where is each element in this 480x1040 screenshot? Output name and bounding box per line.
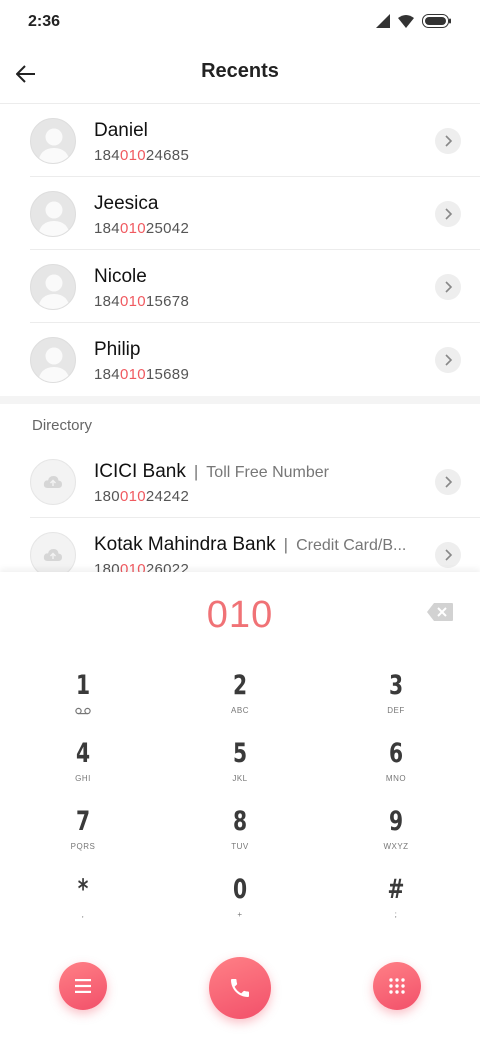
contact-number: 18401015689 [94,366,190,383]
dialed-number-display[interactable]: 010 [0,594,480,637]
contact-details-button[interactable] [435,274,461,300]
key-9[interactable]: 9 WXYZ [346,806,446,868]
key-1[interactable]: 1 [33,670,133,732]
key-digit: 6 [388,738,404,769]
key-hash[interactable]: # ; [346,874,446,936]
phone-icon [231,979,249,997]
menu-button[interactable] [59,962,107,1010]
directory-details-button[interactable] [435,469,461,495]
cloud-icon [30,532,76,573]
key-digit: 0 [232,874,248,905]
key-letters: ABC [231,706,249,715]
key-digit: 4 [75,738,91,769]
key-7[interactable]: 7 PQRS [33,806,133,868]
contact-name: Philip [94,339,141,360]
contact-name: Jeesica [94,193,159,214]
directory-entry: Kotak Mahindra Bank | Credit Card/B... [94,534,406,556]
directory-separator: | [193,462,199,481]
key-0[interactable]: 0 + [190,874,290,936]
key-letters: DEF [387,706,405,715]
person-icon [30,337,76,383]
directory-row[interactable]: Kotak Mahindra Bank | Credit Card/B... 180… [0,518,480,573]
key-digit: * [77,874,89,905]
key-letters: WXYZ [383,842,409,851]
contact-name: Daniel [94,120,148,141]
key-8[interactable]: 8 TUV [190,806,290,868]
wifi-icon [398,14,414,28]
key-digit: 5 [232,738,248,769]
key-letters: PQRS [70,842,96,851]
directory-row[interactable]: ICICI Bank | Toll Free Number 18001024242 [0,445,480,518]
recent-contact-row[interactable]: Daniel 18401024685 [0,104,480,177]
key-digit: 1 [75,670,91,701]
chevron-right-icon [445,281,453,293]
key-letters: + [237,910,243,919]
key-digit: 9 [388,806,404,837]
chevron-right-icon [445,208,453,220]
person-icon [30,191,76,237]
key-letters: GHI [75,774,91,783]
contact-name: Nicole [94,266,147,287]
directory-list: ICICI Bank | Toll Free Number 18001024242 … [0,445,480,573]
key-3[interactable]: 3 DEF [346,670,446,732]
status-bar: 2:36 [0,0,480,44]
person-icon [30,264,76,310]
app-header: Recents [0,44,480,104]
key-letters: TUV [231,842,249,851]
page-title: Recents [201,60,279,82]
battery-icon [422,14,451,28]
key-digit: # [387,874,405,905]
directory-details-button[interactable] [435,542,461,568]
backspace-icon [427,603,453,621]
voicemail-icon [75,707,91,715]
directory-section-label: Directory [32,417,93,434]
status-time: 2:36 [28,13,61,30]
directory-number: 18001024242 [94,488,190,505]
key-letters: , [81,910,85,919]
chevron-right-icon [445,135,453,147]
signal-icon [376,14,390,28]
directory-subtitle: Credit Card/B... [296,537,407,554]
chevron-right-icon [445,549,453,561]
recent-contact-row[interactable]: Philip 18401015689 [0,323,480,396]
bottom-action-bar [0,957,480,1020]
key-letters: ; [394,910,398,919]
directory-name: ICICI Bank [94,461,186,482]
key-2[interactable]: 2 ABC [190,670,290,732]
directory-entry: ICICI Bank | Toll Free Number [94,461,329,483]
key-letters: MNO [385,774,407,783]
directory-name: Kotak Mahindra Bank [94,534,276,555]
contact-details-button[interactable] [435,347,461,373]
recent-contact-row[interactable]: Nicole 18401015678 [0,250,480,323]
recents-list: Daniel 18401024685 Jeesica 18401025042 N… [0,104,480,396]
person-icon [30,118,76,164]
key-digit: 2 [232,670,248,701]
contact-number: 18401025042 [94,220,190,237]
contact-number: 18401024685 [94,147,190,164]
key-4[interactable]: 4 GHI [33,738,133,800]
contact-details-button[interactable] [435,128,461,154]
key-digit: 8 [232,806,248,837]
key-star[interactable]: * , [33,874,133,936]
cloud-icon [30,459,76,505]
call-button[interactable] [209,957,271,1019]
dialpad-icon [389,978,405,994]
backspace-button[interactable] [426,602,454,622]
contact-number: 18401015678 [94,293,190,310]
key-digit: 3 [388,670,404,701]
chevron-right-icon [445,354,453,366]
menu-icon [75,979,91,993]
key-5[interactable]: 5 JKL [190,738,290,800]
directory-separator: | [283,535,289,554]
chevron-right-icon [445,476,453,488]
directory-subtitle: Toll Free Number [206,464,329,481]
status-icons [376,14,452,28]
recent-contact-row[interactable]: Jeesica 18401025042 [0,177,480,250]
key-digit: 7 [75,806,91,837]
dialpad-toggle-button[interactable] [373,962,421,1010]
key-letters: JKL [232,774,248,783]
key-6[interactable]: 6 MNO [346,738,446,800]
section-divider [0,396,480,404]
contact-details-button[interactable] [435,201,461,227]
